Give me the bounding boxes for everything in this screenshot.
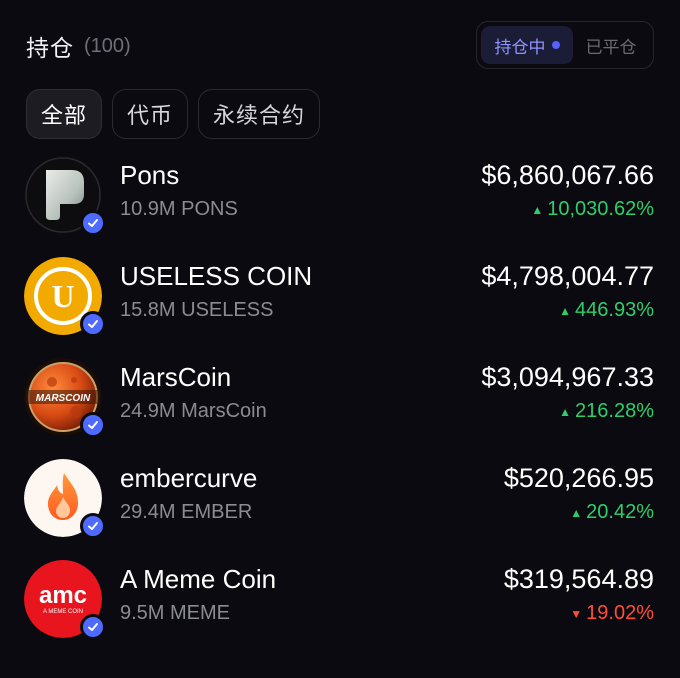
price-change-value: 216.28% — [575, 400, 654, 422]
amc-logo-subtext: A MEME COIN — [43, 609, 83, 615]
filter-chips: 全部 代币 永续合约 — [26, 89, 321, 139]
amc-logo-text: amc — [39, 582, 87, 609]
holding-row-amc[interactable]: amc A MEME COIN A Meme Coin 9.5M MEME $3… — [0, 554, 680, 644]
open-positions-label: 持仓中 — [494, 37, 546, 57]
marscoin-logo-text: MARSCOIN — [36, 393, 91, 404]
holdings-count: (100) — [84, 34, 131, 57]
token-name: A Meme Coin — [120, 564, 277, 594]
price-change: ▼ 19.02% — [570, 602, 654, 625]
up-triangle-icon: ▲ — [570, 505, 583, 520]
up-triangle-icon: ▲ — [531, 202, 544, 217]
filter-label: 全部 — [41, 103, 88, 128]
token-amount: 24.9M MarsCoin — [120, 400, 267, 422]
closed-positions-label: 已平仓 — [585, 37, 637, 57]
price-change-value: 19.02% — [586, 602, 654, 624]
token-avatar: U — [24, 257, 106, 337]
holding-row-useless[interactable]: U USELESS COIN 15.8M USELESS $4,798,004.… — [0, 251, 680, 341]
up-triangle-icon: ▲ — [559, 303, 572, 318]
price-change: ▲ 20.42% — [570, 501, 654, 524]
token-amount: 9.5M MEME — [120, 602, 231, 624]
token-avatar: amc A MEME COIN — [24, 560, 106, 640]
holding-value: $319,564.89 — [503, 564, 654, 594]
open-positions-tab[interactable]: 持仓中 — [481, 26, 573, 64]
holding-value: $520,266.95 — [503, 463, 654, 493]
holding-row-marscoin[interactable]: MARSCOIN MarsCoin 24.9M MarsCoin $3,094,… — [0, 352, 680, 442]
token-name: USELESS COIN — [120, 261, 313, 291]
closed-positions-tab[interactable]: 已平仓 — [573, 26, 649, 64]
token-avatar — [24, 156, 106, 236]
token-name: Pons — [120, 160, 180, 190]
filter-all[interactable]: 全部 — [26, 89, 103, 139]
filter-label: 永续合约 — [213, 103, 306, 128]
holding-row-pons[interactable]: Pons 10.9M PONS $6,860,067.66 ▲ 10,030.6… — [0, 150, 680, 240]
filter-label: 代币 — [127, 103, 174, 128]
holding-value: $6,860,067.66 — [481, 160, 654, 190]
position-status-toggle: 持仓中 已平仓 — [476, 21, 654, 69]
price-change-value: 446.93% — [575, 299, 654, 321]
token-amount: 15.8M USELESS — [120, 299, 274, 321]
active-dot-icon — [551, 41, 560, 49]
price-change: ▲ 10,030.62% — [531, 198, 654, 221]
filter-perpetuals[interactable]: 永续合约 — [198, 89, 321, 139]
holding-value: $4,798,004.77 — [481, 261, 654, 291]
token-avatar — [24, 459, 106, 539]
verified-badge-icon — [80, 412, 106, 438]
filter-tokens[interactable]: 代币 — [112, 89, 189, 139]
token-amount: 10.9M PONS — [120, 198, 238, 220]
page-title: 持仓 — [26, 35, 74, 61]
useless-logo-letter: U — [51, 278, 74, 314]
price-change-value: 10,030.62% — [547, 198, 654, 220]
down-triangle-icon: ▼ — [570, 606, 583, 621]
verified-badge-icon — [80, 311, 106, 337]
price-change: ▲ 216.28% — [559, 400, 654, 423]
token-name: embercurve — [120, 463, 258, 493]
verified-badge-icon — [80, 614, 106, 640]
token-amount: 29.4M EMBER — [120, 501, 253, 523]
holding-value: $3,094,967.33 — [481, 362, 654, 392]
holding-row-embercurve[interactable]: embercurve 29.4M EMBER $520,266.95 ▲ 20.… — [0, 453, 680, 543]
verified-badge-icon — [80, 210, 106, 236]
holdings-header: 持仓 (100) — [26, 30, 131, 62]
verified-badge-icon — [80, 513, 106, 539]
up-triangle-icon: ▲ — [559, 404, 572, 419]
token-avatar: MARSCOIN — [24, 358, 106, 438]
token-name: MarsCoin — [120, 362, 232, 392]
price-change: ▲ 446.93% — [559, 299, 654, 322]
price-change-value: 20.42% — [586, 501, 654, 523]
